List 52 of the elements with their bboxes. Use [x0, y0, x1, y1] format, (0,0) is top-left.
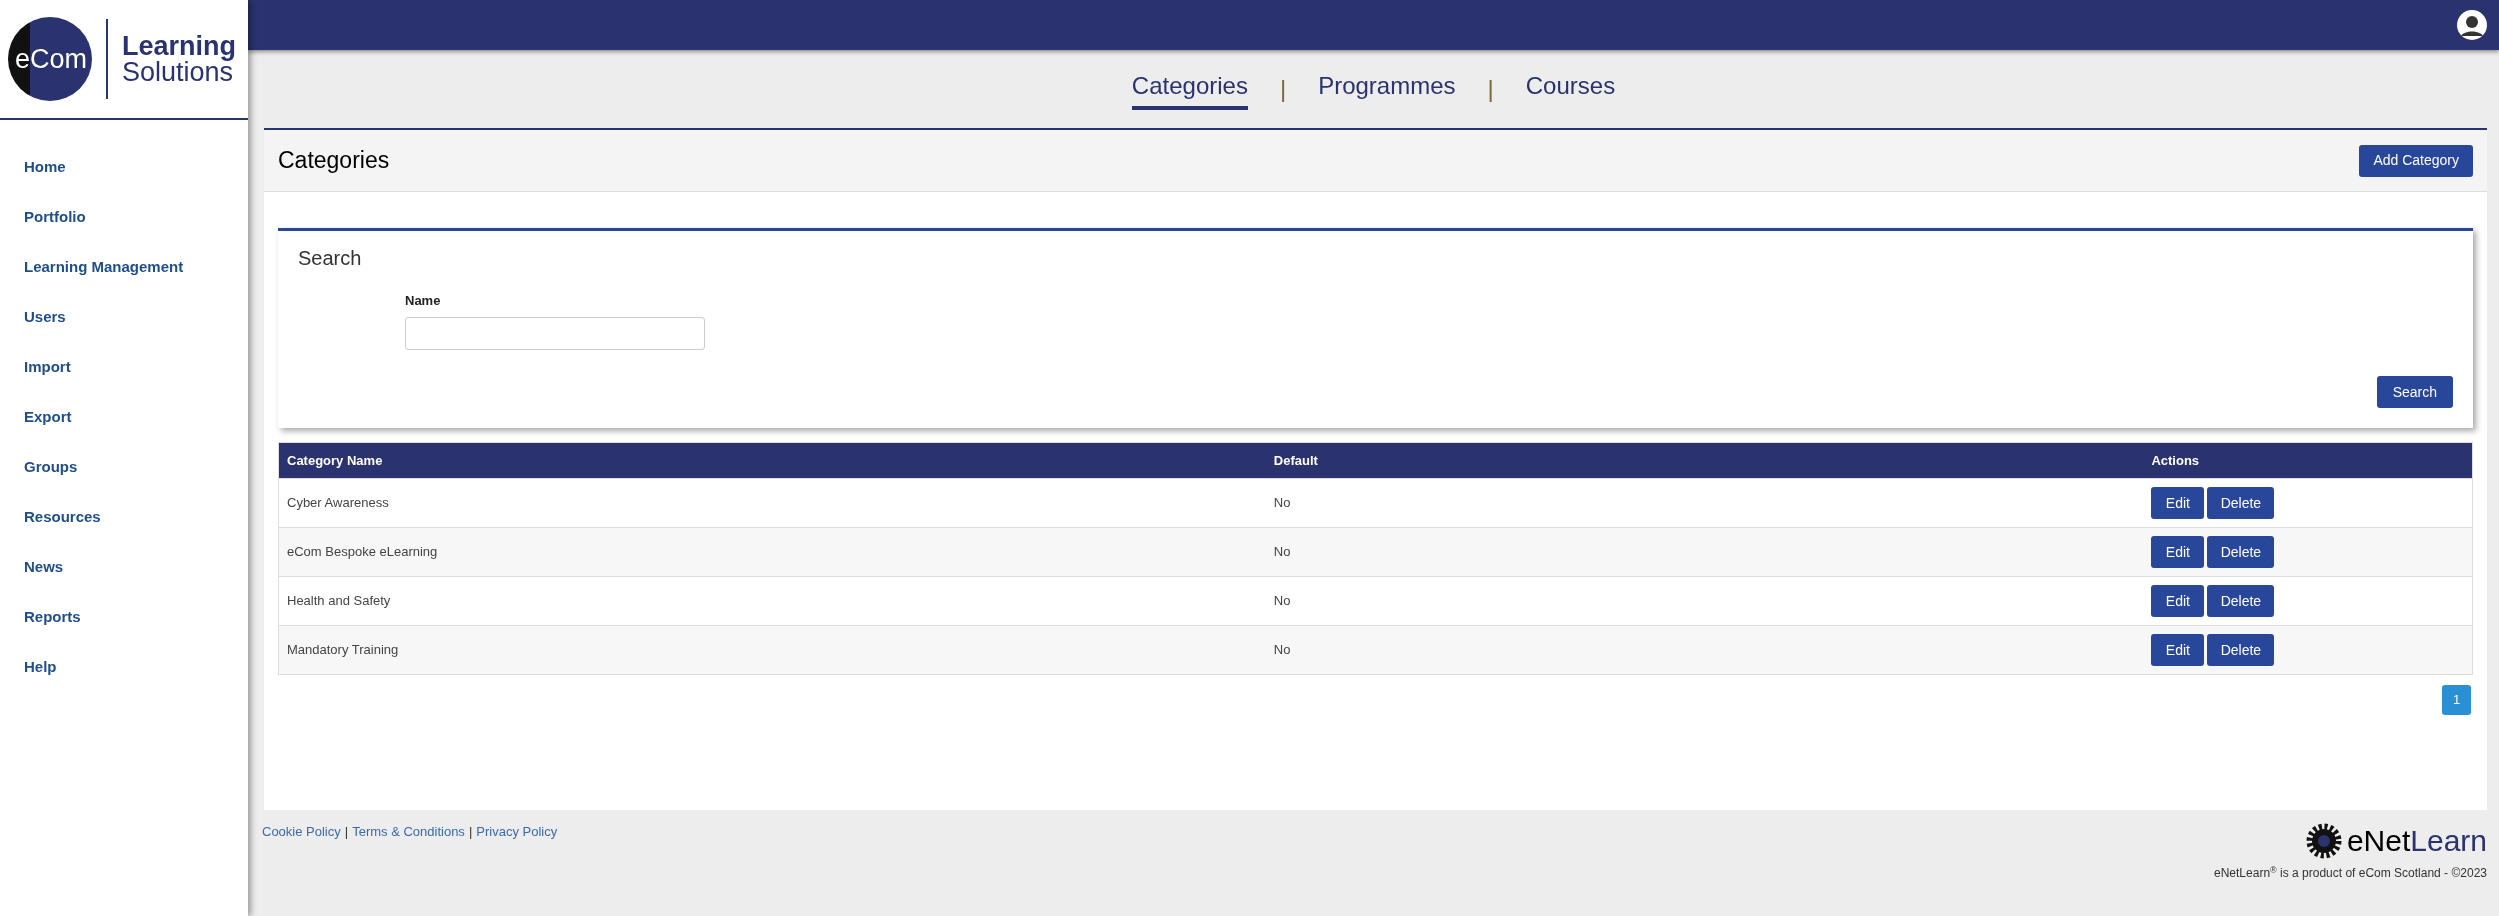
column-header: Default — [1265, 442, 2144, 479]
avatar-icon[interactable] — [2457, 10, 2487, 40]
sidebar-item[interactable]: Home — [0, 142, 248, 192]
sidebar-item[interactable]: Help — [0, 642, 248, 692]
edit-button[interactable]: Edit — [2151, 585, 2205, 617]
logo-mark: eCom — [14, 42, 87, 76]
edit-button[interactable]: Edit — [2151, 487, 2205, 519]
field-label: Name — [405, 292, 442, 310]
table-cell: Health and Safety — [278, 576, 1266, 626]
sidebar-item[interactable]: Reports — [0, 592, 248, 642]
tab[interactable]: Programmes — [1318, 68, 1456, 110]
sidebar-item[interactable]: Users — [0, 292, 248, 342]
search-title: Search — [298, 246, 363, 271]
name-input-field[interactable] — [405, 316, 705, 350]
edit-button[interactable]: Edit — [2151, 634, 2205, 666]
table-cell: No — [1265, 527, 2144, 577]
sidebar-item[interactable]: Portfolio — [0, 192, 248, 242]
table-cell: No — [1265, 478, 2144, 528]
panel-title: Categories — [278, 146, 390, 176]
footer-link[interactable]: Cookie Policy — [262, 822, 341, 842]
table-cell: No — [1265, 625, 2144, 675]
footer-link[interactable]: Terms & Conditions — [352, 822, 465, 842]
tab-separator: | — [1279, 74, 1287, 104]
table-cell: Cyber Awareness — [278, 478, 1266, 528]
link-separator: | — [468, 823, 473, 841]
link-separator: | — [344, 823, 349, 841]
logo-text: Learning — [122, 33, 236, 59]
add-category-button[interactable]: Add Category — [2359, 144, 2473, 177]
table-cell: No — [1265, 576, 2144, 626]
table-cell: eCom Bespoke eLearning — [278, 527, 1266, 577]
column-header: Category Name — [278, 442, 1266, 479]
column-header: Actions — [2143, 442, 2473, 479]
tab[interactable]: Categories — [1131, 68, 1248, 110]
delete-button[interactable]: Delete — [2207, 487, 2275, 519]
delete-button[interactable]: Delete — [2207, 585, 2275, 617]
page-button[interactable]: 1 — [2442, 685, 2471, 715]
sidebar-item[interactable]: News — [0, 542, 248, 592]
brand-logo: eNetLearn — [2304, 822, 2487, 860]
sidebar-item[interactable]: Resources — [0, 492, 248, 542]
delete-button[interactable]: Delete — [2207, 634, 2275, 666]
sidebar-item[interactable]: Groups — [0, 442, 248, 492]
delete-button[interactable]: Delete — [2207, 536, 2275, 568]
sidebar-item[interactable]: Learning Management — [0, 242, 248, 292]
table-cell: Mandatory Training — [278, 625, 1266, 675]
copyright-text: eNetLearn$^{®}$ is a product of eCom Scotland - ©2023 — [2214, 864, 2487, 882]
tab[interactable]: Courses — [1525, 68, 1616, 110]
sidebar-item[interactable]: Export — [0, 392, 248, 442]
search-button[interactable]: Search — [2376, 376, 2453, 408]
sidebar-item[interactable]: Import — [0, 342, 248, 392]
edit-button[interactable]: Edit — [2151, 536, 2205, 568]
tab-separator: | — [1487, 74, 1494, 104]
footer-link[interactable]: Privacy Policy — [476, 822, 558, 842]
